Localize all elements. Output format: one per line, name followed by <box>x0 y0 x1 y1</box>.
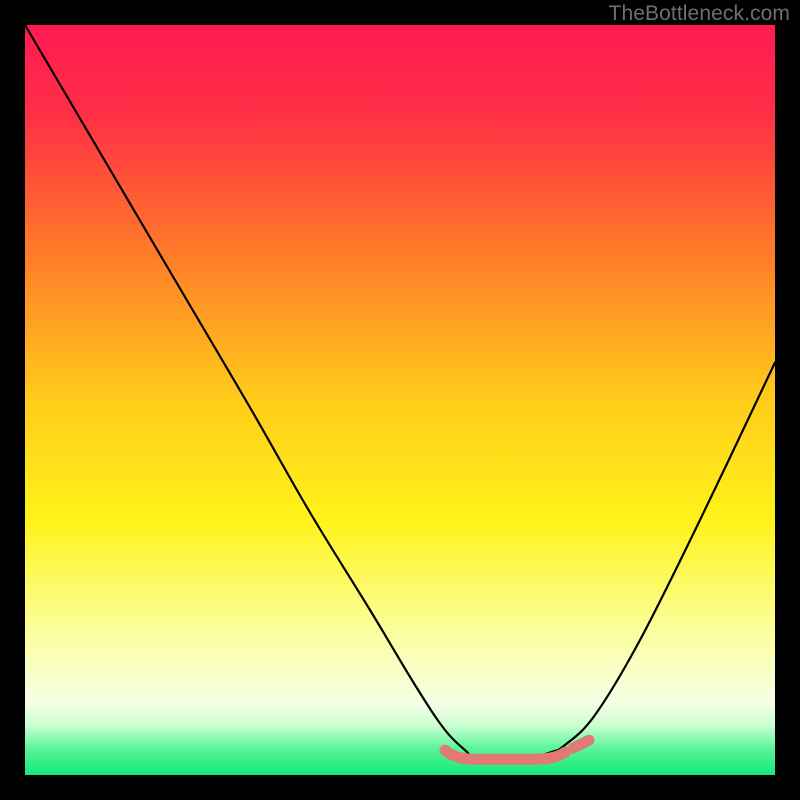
chart-frame: TheBottleneck.com <box>0 0 800 800</box>
flat-region-dots <box>573 740 589 748</box>
watermark-text: TheBottleneck.com <box>609 2 790 26</box>
bottleneck-curve <box>25 25 775 775</box>
flat-region-marker <box>445 750 565 759</box>
plot-area <box>25 25 775 775</box>
